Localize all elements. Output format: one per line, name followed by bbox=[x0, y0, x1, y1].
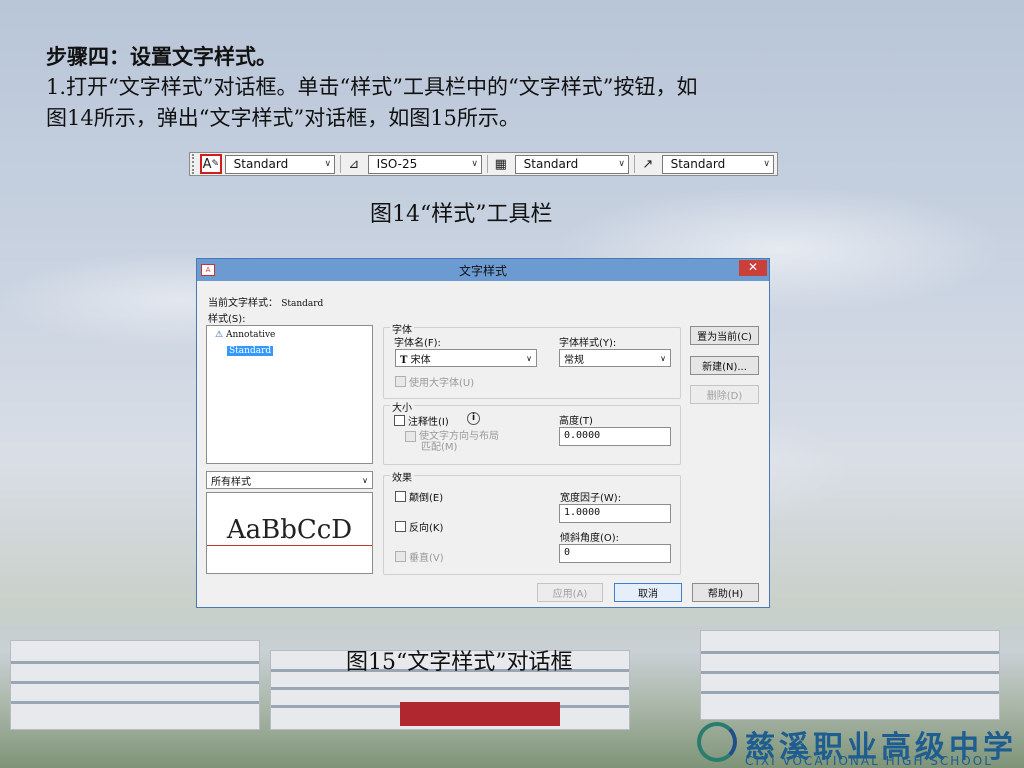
effects-group-title: 效果 bbox=[390, 469, 414, 484]
upside-down-checkbox[interactable]: 颠倒(E) bbox=[395, 489, 443, 504]
text-style-icon[interactable]: A ✎ bbox=[199, 154, 222, 174]
annotative-icon: ⚠ bbox=[215, 330, 224, 340]
toolbar-separator bbox=[487, 155, 488, 173]
text-style-combo[interactable]: Standard ∨ bbox=[224, 154, 336, 174]
new-style-button[interactable]: 新建(N)... bbox=[690, 356, 759, 375]
chevron-down-icon: ∨ bbox=[618, 159, 625, 169]
styles-toolbar: A ✎ Standard ∨ ⊿ ISO-25 ∨ ▦ Standard ∨ ↗ … bbox=[189, 152, 778, 176]
font-name-value-text: 宋体 bbox=[410, 354, 431, 366]
height-label: 高度(T) bbox=[559, 416, 593, 427]
chevron-down-icon: ∨ bbox=[660, 353, 666, 363]
toolbar-separator bbox=[340, 155, 342, 173]
preview-baseline bbox=[207, 545, 372, 546]
text-style-dialog: A 文字样式 ✕ 当前文字样式： Standard 样式(S): ⚠ Annot… bbox=[196, 258, 770, 608]
use-bigfont-checkbox[interactable]: 使用大字体(U) bbox=[395, 374, 474, 389]
table-style-combo-value: Standard bbox=[523, 157, 579, 171]
dimension-style-combo-value: ISO-25 bbox=[376, 157, 418, 171]
backwards-label: 反向(K) bbox=[409, 523, 444, 534]
figure14-caption: 图14“样式”工具栏 bbox=[370, 202, 553, 227]
current-style-value: Standard bbox=[281, 299, 324, 309]
checkbox-box bbox=[405, 431, 416, 442]
close-icon[interactable]: ✕ bbox=[739, 260, 767, 276]
oblique-angle-input[interactable]: 0 bbox=[559, 544, 671, 563]
truetype-icon: T bbox=[400, 354, 408, 366]
match-orientation-label-line2: 匹配(M) bbox=[421, 442, 458, 453]
table-style-icon[interactable]: ▦ bbox=[490, 154, 512, 174]
apply-button[interactable]: 应用(A) bbox=[537, 583, 603, 602]
match-orientation-checkbox[interactable]: 使文字方向与布局 匹配(M) bbox=[405, 431, 499, 453]
campus-building-right bbox=[700, 630, 1000, 720]
toolbar-separator bbox=[633, 155, 635, 173]
school-logo bbox=[697, 722, 737, 762]
style-list-item[interactable]: ⚠ Annotative bbox=[215, 330, 275, 340]
checkbox-box bbox=[395, 491, 406, 502]
figure15-caption: 图15“文字样式”对话框 bbox=[346, 650, 573, 675]
font-style-label: 字体样式(Y): bbox=[559, 338, 617, 349]
vertical-checkbox[interactable]: 垂直(V) bbox=[395, 549, 444, 564]
vertical-label: 垂直(V) bbox=[409, 553, 444, 564]
multileader-style-icon[interactable]: ↗ bbox=[637, 154, 659, 174]
current-style-label-text: 当前文字样式： bbox=[208, 298, 278, 309]
width-factor-input[interactable]: 1.0000 bbox=[559, 504, 671, 523]
width-factor-label: 宽度因子(W): bbox=[560, 493, 622, 504]
backwards-checkbox[interactable]: 反向(K) bbox=[395, 519, 443, 534]
slide-text: 步骤四：设置文字样式。 1.打开“文字样式”对话框。单击“样式”工具栏中的“文字… bbox=[46, 42, 946, 134]
style-list-item-label: Annotative bbox=[225, 330, 276, 340]
info-icon[interactable]: i bbox=[467, 412, 480, 425]
oblique-angle-label: 倾斜角度(O): bbox=[560, 533, 620, 544]
current-style-label: 当前文字样式： Standard bbox=[208, 294, 323, 309]
use-bigfont-label: 使用大字体(U) bbox=[409, 378, 475, 389]
multileader-style-combo[interactable]: Standard ∨ bbox=[661, 154, 774, 174]
multileader-style-combo-value: Standard bbox=[670, 157, 726, 171]
text-style-combo-value: Standard bbox=[233, 157, 289, 171]
chevron-down-icon: ∨ bbox=[324, 159, 332, 169]
slide-paragraph-line2: 图14所示，弹出“文字样式”对话框，如图15所示。 bbox=[46, 106, 520, 130]
height-input[interactable]: 0.0000 bbox=[559, 427, 671, 446]
match-orientation-label-line1: 使文字方向与布局 bbox=[419, 431, 499, 442]
dialog-titlebar[interactable]: A 文字样式 ✕ bbox=[197, 259, 769, 281]
checkbox-box bbox=[394, 415, 405, 426]
dimension-style-combo[interactable]: ISO-25 ∨ bbox=[367, 154, 483, 174]
checkbox-box bbox=[395, 551, 406, 562]
table-style-combo[interactable]: Standard ∨ bbox=[514, 154, 629, 174]
style-filter-value: 所有样式 bbox=[211, 476, 251, 488]
dialog-title: 文字样式 bbox=[458, 263, 507, 278]
font-name-combo[interactable]: T 宋体 ∨ bbox=[395, 349, 537, 367]
font-name-label: 字体名(F): bbox=[394, 338, 441, 349]
match-orientation-label: 使文字方向与布局 匹配(M) bbox=[419, 431, 499, 453]
chevron-down-icon: ∨ bbox=[362, 475, 368, 485]
font-style-combo[interactable]: 常规 ∨ bbox=[559, 349, 671, 367]
styles-label: 样式(S): bbox=[208, 314, 246, 325]
annotative-checkbox[interactable]: 注释性(I) bbox=[394, 413, 449, 428]
chevron-down-icon: ∨ bbox=[471, 159, 479, 169]
style-list-item-selected[interactable]: Standard bbox=[227, 346, 274, 356]
chevron-down-icon: ∨ bbox=[763, 159, 770, 169]
slide-paragraph-line1: 1.打开“文字样式”对话框。单击“样式”工具栏中的“文字样式”按钮，如 bbox=[46, 75, 698, 99]
size-group-title: 大小 bbox=[390, 399, 414, 414]
dimension-style-icon[interactable]: ⊿ bbox=[343, 154, 365, 174]
set-current-button[interactable]: 置为当前(C) bbox=[690, 326, 759, 345]
annotative-label: 注释性(I) bbox=[408, 417, 449, 428]
school-english-name: CIXI VOCATIONAL HIGH SCHOOL bbox=[745, 754, 993, 768]
cancel-button[interactable]: 取消 bbox=[614, 583, 682, 602]
slide-heading: 步骤四：设置文字样式。 bbox=[46, 44, 277, 69]
delete-style-button[interactable]: 删除(D) bbox=[690, 385, 759, 404]
styles-listbox[interactable]: ⚠ Annotative Standard bbox=[206, 325, 373, 464]
chevron-down-icon: ∨ bbox=[526, 353, 532, 363]
preview-text: AaBbCcD bbox=[226, 515, 353, 545]
style-filter-combo[interactable]: 所有样式 ∨ bbox=[206, 471, 373, 489]
font-name-value: T 宋体 bbox=[400, 351, 431, 366]
checkbox-box bbox=[395, 521, 406, 532]
style-preview: AaBbCcD bbox=[206, 492, 373, 574]
help-button[interactable]: 帮助(H) bbox=[692, 583, 759, 602]
toolbar-grip[interactable] bbox=[192, 154, 198, 174]
font-style-value: 常规 bbox=[564, 354, 584, 366]
checkbox-box bbox=[395, 376, 406, 387]
campus-banner bbox=[400, 702, 560, 726]
campus-building-left bbox=[10, 640, 260, 730]
upside-down-label: 颠倒(E) bbox=[409, 493, 444, 504]
